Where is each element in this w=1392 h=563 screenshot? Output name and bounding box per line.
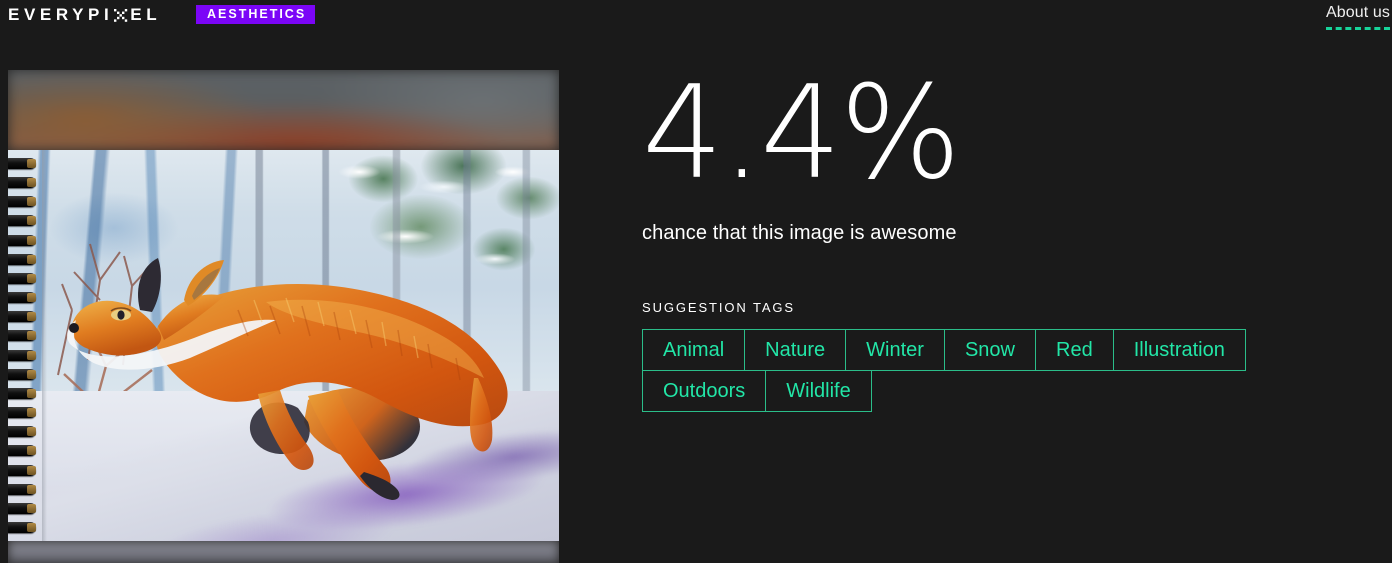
fox-illustration	[67, 258, 508, 500]
spiral-ring	[8, 215, 36, 227]
spiral-ring	[8, 502, 36, 514]
suggestion-tag[interactable]: Red	[1035, 329, 1114, 371]
spiral-ring	[8, 387, 36, 399]
artwork-photo	[8, 150, 559, 541]
suggestion-tag[interactable]: Illustration	[1112, 329, 1246, 371]
spiral-ring	[8, 426, 36, 438]
results-panel: 4.4% chance that this image is awesome S…	[642, 59, 1362, 412]
spiral-ring	[8, 272, 36, 284]
spiral-ring	[8, 521, 36, 533]
spiral-ring	[8, 407, 36, 419]
spiral-ring	[8, 196, 36, 208]
spiral-ring	[8, 483, 36, 495]
analyzed-image[interactable]	[8, 70, 559, 563]
brand-text-right: EL	[130, 5, 162, 24]
spiral-ring	[8, 330, 36, 342]
brand-text-left: EVERYPI	[8, 5, 114, 24]
suggestion-tag[interactable]: Snow	[943, 329, 1036, 371]
spiral-ring	[8, 368, 36, 380]
spiral-binding	[8, 150, 42, 541]
aesthetics-badge[interactable]: AESTHETICS	[196, 5, 316, 24]
suggestion-tags-list: Animal Nature Winter Snow Red Illustration Out…	[642, 329, 1332, 412]
spiral-ring	[8, 158, 36, 169]
image-blur-backdrop-bottom	[8, 541, 559, 563]
suggestion-tag[interactable]: Wildlife	[765, 370, 872, 412]
about-us-link[interactable]: About us	[1326, 2, 1390, 30]
brand-logo[interactable]: EVERYPI EL	[8, 4, 161, 26]
spiral-ring	[8, 253, 36, 265]
spiral-ring	[8, 464, 36, 476]
score-caption: chance that this image is awesome	[642, 222, 957, 244]
suggestion-tag[interactable]: Winter	[845, 329, 945, 371]
suggestion-tag[interactable]: Nature	[744, 329, 847, 371]
page-root: EVERYPI EL AESTHETICS About us 4.4% chan…	[0, 0, 1392, 563]
site-header: EVERYPI EL AESTHETICS About us	[0, 0, 1392, 30]
suggestion-tag[interactable]: Outdoors	[642, 370, 767, 412]
spiral-ring	[8, 234, 36, 246]
spiral-ring	[8, 292, 36, 304]
spiral-ring	[8, 349, 36, 361]
spiral-ring	[8, 311, 36, 323]
spiral-ring	[8, 445, 36, 457]
suggestion-tags-label: SUGGESTION TAGS	[642, 300, 795, 315]
image-blur-backdrop-top	[8, 70, 559, 150]
paper-edge	[42, 150, 47, 541]
pixel-x-icon	[113, 7, 128, 23]
aesthetic-score: 4.4%	[642, 59, 961, 208]
suggestion-tag[interactable]: Animal	[642, 329, 746, 371]
spiral-ring	[8, 177, 36, 189]
